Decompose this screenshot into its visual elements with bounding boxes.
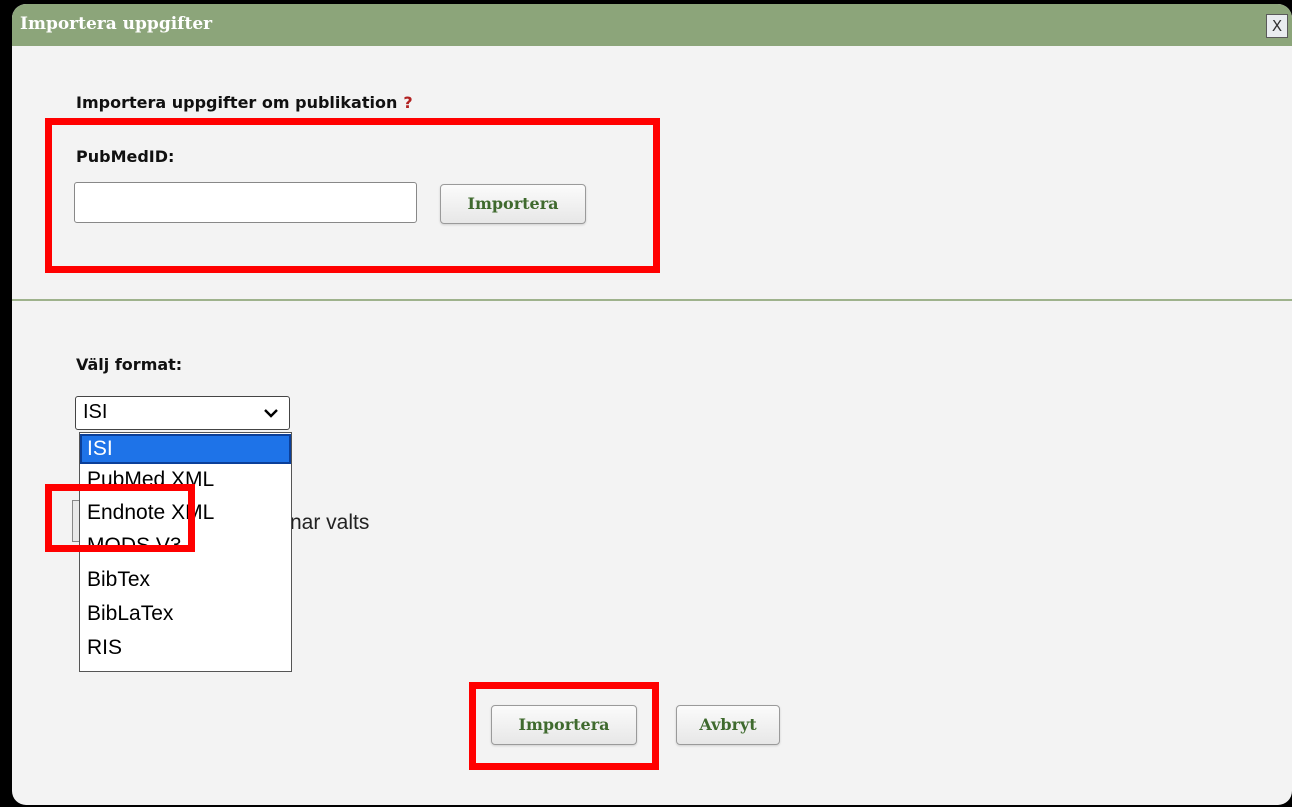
format-option-isi[interactable]: ISI [80, 434, 291, 464]
pubmed-id-input[interactable] [74, 182, 417, 223]
format-options-list: ISI PubMed XML Endnote XML MODS V3 BibTe… [79, 432, 292, 672]
format-select-value: ISI [83, 401, 108, 423]
dialog-title: Importera uppgifter [20, 14, 213, 34]
import-button[interactable]: Importera [491, 705, 637, 745]
format-option-endnote-xml[interactable]: Endnote XML [80, 498, 291, 528]
dialog-titlebar: Importera uppgifter X [12, 4, 1292, 46]
cancel-button[interactable]: Avbryt [676, 705, 780, 745]
no-file-chosen-text: nar valts [290, 511, 370, 534]
help-icon[interactable]: ? [403, 93, 412, 112]
pubmed-id-label: PubMedID: [76, 147, 175, 166]
format-option-biblatex[interactable]: BibLaTex [80, 599, 291, 629]
chevron-down-icon [264, 409, 278, 418]
format-option-mods-v3[interactable]: MODS V3 [80, 531, 291, 561]
publication-heading: Importera uppgifter om publikation? [76, 93, 413, 112]
format-option-pubmed-xml[interactable]: PubMed XML [80, 465, 291, 495]
format-label: Välj format: [76, 355, 183, 374]
section-divider [12, 299, 1292, 301]
close-icon: X [1271, 17, 1283, 35]
import-dialog: Importera uppgifter X Importera uppgifte… [12, 4, 1292, 805]
format-option-bibtex[interactable]: BibTex [80, 565, 291, 595]
publication-heading-text: Importera uppgifter om publikation [76, 93, 398, 112]
close-button[interactable]: X [1266, 14, 1288, 38]
pubmed-import-button[interactable]: Importera [440, 184, 586, 224]
format-select[interactable]: ISI [75, 396, 290, 430]
format-option-ris[interactable]: RIS [80, 633, 291, 663]
